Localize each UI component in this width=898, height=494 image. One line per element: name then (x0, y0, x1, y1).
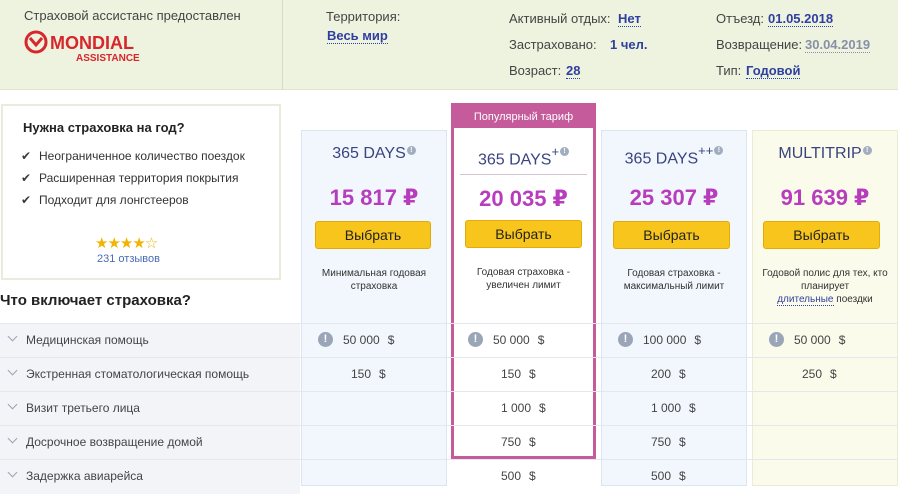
search-summary-bar: Страховой ассистанс предоставлен MONDIAL… (0, 0, 898, 90)
promo-item: ✔ Неограниченное количество поездок (21, 149, 245, 163)
plan-name: 365 DAYS+! (454, 144, 593, 169)
promo-item: ✔ Подходит для лонгстееров (21, 193, 189, 207)
coverage-value: 150 $ (501, 367, 536, 381)
select-plan-button[interactable]: Выбрать (763, 221, 880, 249)
plan-name: 365 DAYS! (302, 145, 446, 163)
promo-title: Нужна страховка на год? (23, 120, 185, 135)
plan-description: Годовой полис для тех, кто планирует длит… (762, 268, 888, 306)
coverage-value: 150 $ (351, 367, 386, 381)
coverage-value: ! 50 000 $ (769, 332, 845, 348)
plan-price: 25 307 ₽ (629, 185, 719, 210)
info-icon[interactable]: ! (618, 332, 633, 348)
plan-name: 365 DAYS++! (602, 143, 746, 168)
coverage-row[interactable]: Визит третьего лица 1 000 $ 1 000 $ (0, 391, 898, 426)
plan-price: 91 639 ₽ (780, 185, 870, 210)
coverage-value: 500 $ (501, 469, 536, 483)
popular-badge: Популярный тариф (454, 106, 593, 128)
plan-price: 20 035 ₽ (479, 186, 568, 211)
info-icon[interactable]: ! (769, 332, 784, 348)
logo-subtext: ASSISTANCE (76, 53, 140, 64)
active-rest-label: Активный отдых: (509, 11, 611, 26)
check-icon: ✔ (21, 171, 32, 185)
coverage-label: Визит третьего лица (26, 401, 140, 415)
logo-text: MONDIAL (50, 33, 134, 53)
type-link[interactable]: Годовой (746, 63, 801, 79)
coverage-label: Задержка авиарейса (26, 469, 143, 483)
promo-list: ✔ Неограниченное количество поездок ✔ Расш… (21, 148, 245, 214)
section-title: Что включает страховка? (0, 292, 191, 309)
coverage-value: 750 $ (501, 435, 536, 449)
mondial-logo: MONDIAL ASSISTANCE (24, 28, 154, 68)
check-icon: ✔ (21, 193, 32, 207)
territory-label: Территория: (326, 9, 401, 24)
info-icon[interactable]: ! (468, 332, 483, 348)
reviews-link[interactable]: 231 отзывов (97, 253, 160, 265)
info-icon[interactable]: ! (406, 146, 416, 155)
long-trips-link[interactable]: длительные (777, 294, 834, 306)
age-link[interactable]: 28 (566, 63, 581, 79)
coverage-value: 250 $ (802, 367, 837, 381)
coverage-row[interactable]: Досрочное возвращение домой 750 $ 750 $ (0, 425, 898, 460)
coverage-value: 750 $ (651, 435, 686, 449)
annual-promo-box: Нужна страховка на год? ✔ Неограниченное … (1, 104, 281, 280)
active-rest-link[interactable]: Нет (618, 11, 641, 27)
return-label: Возвращение: (716, 37, 803, 52)
age-label: Возраст: (509, 63, 562, 78)
info-icon[interactable]: ! (318, 332, 333, 348)
plan-description: Годовая страховка - максимальный лимит (623, 268, 725, 292)
rating-stars-icon: ★★★★☆ (95, 235, 158, 252)
coverage-label: Досрочное возвращение домой (26, 435, 203, 449)
select-plan-button[interactable]: Выбрать (465, 220, 582, 248)
insured-label: Застраховано: (509, 37, 597, 52)
coverage-row[interactable]: Медицинская помощь ! 50 000 $ ! 50 000 $ ! 100 0… (0, 323, 898, 358)
assistance-label: Страховой ассистанс предоставлен (24, 8, 241, 23)
select-plan-button[interactable]: Выбрать (315, 221, 431, 249)
plan-name: MULTITRIP! (753, 145, 897, 163)
coverage-value: ! 50 000 $ (318, 332, 394, 348)
coverage-value: 1 000 $ (651, 401, 696, 415)
territory-link[interactable]: Весь мир (327, 28, 388, 44)
coverage-label: Экстренная стоматологическая помощь (26, 367, 250, 381)
coverage-label: Медицинская помощь (26, 333, 149, 347)
info-icon[interactable]: ! (560, 147, 570, 156)
insured-value: 1 чел. (610, 37, 648, 52)
select-plan-button[interactable]: Выбрать (613, 221, 730, 249)
mondial-logo-icon: MONDIAL ASSISTANCE (24, 30, 140, 64)
info-icon[interactable]: ! (714, 146, 724, 155)
departure-label: Отъезд: (716, 11, 765, 26)
plan-description: Минимальная годовая страховка (321, 268, 427, 292)
coverage-row[interactable]: Задержка авиарейса 500 $ 500 $ (0, 459, 898, 494)
coverage-value: 200 $ (651, 367, 686, 381)
plan-price: 15 817 ₽ (329, 185, 419, 210)
coverage-value: ! 50 000 $ (468, 332, 544, 348)
coverage-value: 500 $ (651, 469, 686, 483)
info-icon[interactable]: ! (862, 146, 872, 155)
plan-description: Годовая страховка - увеличен лимит (476, 267, 571, 291)
coverage-value: ! 100 000 $ (618, 332, 701, 348)
type-label: Тип: (716, 63, 742, 78)
check-icon: ✔ (21, 149, 32, 163)
departure-date-link[interactable]: 01.05.2018 (768, 11, 834, 27)
return-date-link[interactable]: 30.04.2019 (805, 37, 871, 53)
promo-item: ✔ Расширенная территория покрытия (21, 171, 239, 185)
coverage-value: 1 000 $ (501, 401, 546, 415)
coverage-row[interactable]: Экстренная стоматологическая помощь 150 $ 1… (0, 357, 898, 392)
